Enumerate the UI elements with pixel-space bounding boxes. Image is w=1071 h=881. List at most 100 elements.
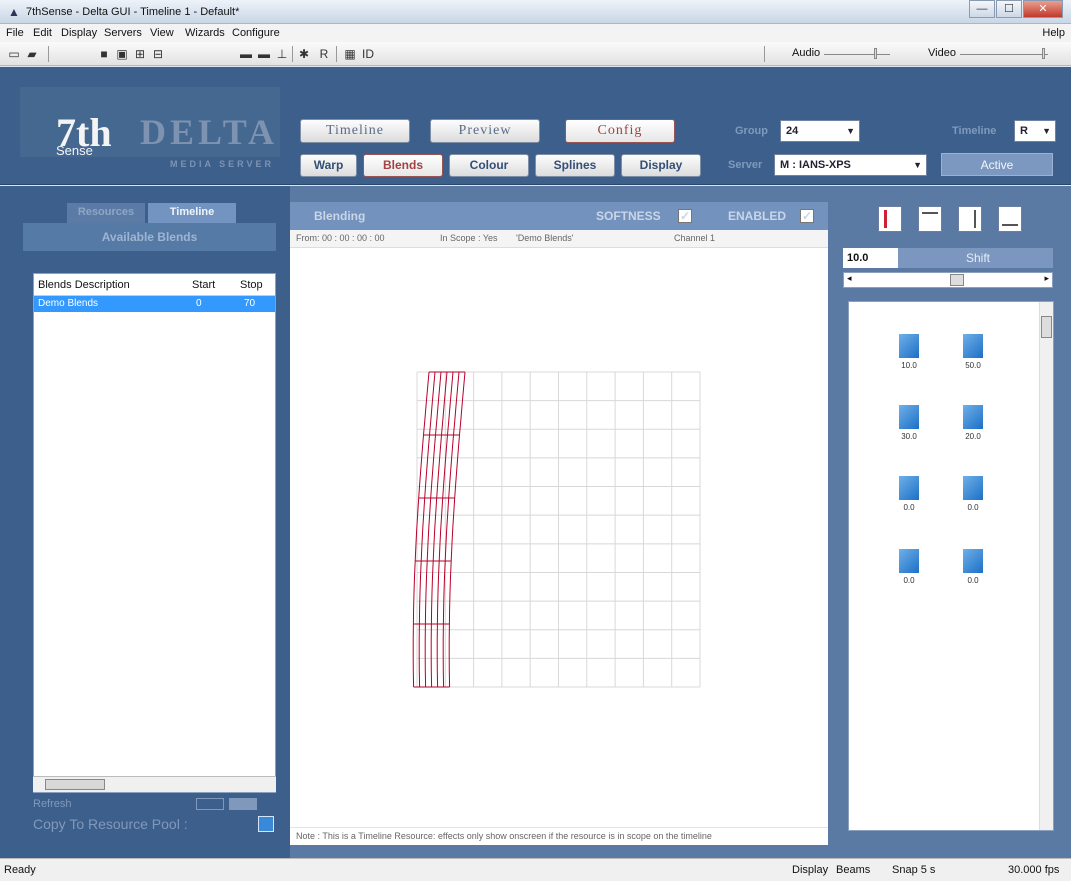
blend-canvas[interactable] (290, 248, 828, 827)
menu-servers[interactable]: Servers (104, 27, 142, 39)
floppy-save-icon[interactable] (258, 816, 274, 832)
shift-value[interactable]: 10.0 (843, 248, 898, 268)
blend-curve[interactable] (418, 371, 436, 688)
left-edge-blend-icon[interactable] (878, 206, 902, 232)
id-icon[interactable]: ID (360, 46, 376, 62)
scrollbar-thumb[interactable] (1041, 316, 1052, 338)
vertical-scrollbar[interactable] (1039, 302, 1053, 830)
slider-right-arrow-icon[interactable]: ▸ (1044, 273, 1049, 284)
col-start[interactable]: Start (192, 279, 215, 291)
menu-edit[interactable]: Edit (33, 27, 52, 39)
info-name: 'Demo Blends' (516, 233, 574, 243)
bottom-edge-blend-icon[interactable] (998, 206, 1022, 232)
chevron-down-icon: ▼ (846, 126, 855, 136)
menu-bar: File Edit Display Servers View Wizards C… (0, 24, 1071, 42)
shift-slider[interactable]: ◂ ▸ (843, 272, 1053, 288)
col-stop[interactable]: Stop (240, 279, 263, 291)
monitor-icon[interactable]: ▬ (238, 46, 254, 62)
server-select[interactable]: M : IANS-XPS ▼ (774, 154, 927, 176)
info-scope: In Scope : Yes (440, 233, 498, 243)
logo-delta: DELTA (140, 112, 279, 152)
properties-icon[interactable]: ▣ (114, 46, 130, 62)
shift-slider-handle[interactable] (950, 274, 964, 286)
chevron-down-icon: ▼ (1042, 126, 1051, 136)
preset-diagonal-right[interactable]: 0.0 (951, 549, 995, 585)
preset-shift-left[interactable]: 10.0 (887, 334, 931, 370)
preset-curve-right[interactable]: 20.0 (951, 405, 995, 441)
tab-left-timeline[interactable]: Timeline (148, 203, 236, 223)
audio-label: Audio (792, 47, 821, 59)
new-icon[interactable]: ▭ (6, 46, 22, 62)
refresh-options-icon[interactable] (229, 798, 257, 810)
menu-display[interactable]: Display (61, 27, 97, 39)
blends-list: Blends Description Start Stop Demo Blend… (33, 273, 276, 793)
group-label: Group (735, 125, 768, 137)
display-icon[interactable]: ▬ (256, 46, 272, 62)
minimize-button[interactable]: — (969, 0, 995, 18)
subtab-display[interactable]: Display (621, 154, 701, 177)
brightness-icon[interactable]: ✱ (296, 46, 312, 62)
subtab-splines[interactable]: Splines (535, 154, 615, 177)
toolbar-divider (292, 46, 293, 62)
menu-view[interactable]: View (150, 27, 174, 39)
blending-header: Blending SOFTNESS ✓ ENABLED ✓ (290, 202, 828, 230)
arrow-preset-icon (963, 334, 983, 358)
blend-curve[interactable] (424, 371, 442, 688)
blend-curve[interactable] (430, 371, 448, 688)
right-edge-blend-icon[interactable] (958, 206, 982, 232)
window-title: 7thSense - Delta GUI - Timeline 1 - Defa… (26, 6, 240, 18)
taper-preset-icon (963, 476, 983, 500)
subtab-blends[interactable]: Blends (363, 154, 443, 177)
toolbar-divider (48, 46, 49, 62)
top-edge-blend-icon[interactable] (918, 206, 942, 232)
r-channel-icon[interactable]: R (316, 46, 332, 62)
enabled-checkbox[interactable]: ✓ (800, 209, 814, 223)
preset-taper-right[interactable]: 0.0 (951, 476, 995, 512)
col-description[interactable]: Blends Description (38, 279, 130, 291)
subtab-warp[interactable]: Warp (300, 154, 357, 177)
video-slider-handle[interactable] (1042, 48, 1045, 59)
refresh-link[interactable]: Refresh (33, 798, 72, 810)
arrow-preset-icon (899, 334, 919, 358)
blends-list-header: Blends Description Start Stop (34, 274, 275, 296)
preset-diagonal-left[interactable]: 0.0 (887, 549, 931, 585)
curve-preset-icon (963, 405, 983, 429)
list-item[interactable]: Demo Blends 0 70 (34, 296, 275, 312)
blend-curve[interactable] (448, 371, 466, 688)
menu-wizards[interactable]: Wizards (185, 27, 225, 39)
close-button[interactable]: ✕ (1023, 0, 1063, 18)
horizontal-scrollbar[interactable] (33, 776, 276, 792)
save-icon[interactable]: ■ (96, 46, 112, 62)
scrollbar-thumb[interactable] (45, 779, 105, 790)
menu-help[interactable]: Help (1042, 27, 1065, 39)
row-start: 0 (196, 298, 202, 309)
softness-checkbox[interactable]: ✓ (678, 209, 692, 223)
timeline-resource-note: Note : This is a Timeline Resource: effe… (290, 827, 828, 845)
audio-slider-handle[interactable] (874, 48, 877, 59)
layout-icon[interactable]: ⊟ (150, 46, 166, 62)
subtab-colour[interactable]: Colour (449, 154, 529, 177)
menu-file[interactable]: File (6, 27, 24, 39)
blend-curve[interactable] (412, 371, 430, 688)
table-icon[interactable]: ▦ (342, 46, 358, 62)
status-snap: Snap 5 s (892, 864, 936, 876)
blending-title: Blending (314, 209, 366, 223)
tab-preview[interactable]: Preview (430, 119, 540, 143)
slider-left-arrow-icon[interactable]: ◂ (847, 273, 852, 284)
tab-config[interactable]: Config (565, 119, 675, 143)
preset-taper-left[interactable]: 0.0 (887, 476, 931, 512)
group-select[interactable]: 24 ▼ (780, 120, 860, 142)
preset-shift-right[interactable]: 50.0 (951, 334, 995, 370)
preset-curve-left[interactable]: 30.0 (887, 405, 931, 441)
timeline-select[interactable]: R ▼ (1014, 120, 1056, 142)
tab-timeline[interactable]: Timeline (300, 119, 410, 143)
grid-icon[interactable]: ⊞ (132, 46, 148, 62)
tab-resources[interactable]: Resources (67, 203, 145, 223)
open-folder-icon[interactable]: ▰ (24, 46, 40, 62)
refresh-toggle-icon[interactable] (196, 798, 224, 810)
timeline-label: Timeline (952, 125, 997, 137)
levels-icon[interactable]: ⊥ (274, 46, 290, 62)
menu-configure[interactable]: Configure (232, 27, 280, 39)
app-icon: ▲ (8, 5, 20, 19)
maximize-button[interactable]: ☐ (996, 0, 1022, 18)
